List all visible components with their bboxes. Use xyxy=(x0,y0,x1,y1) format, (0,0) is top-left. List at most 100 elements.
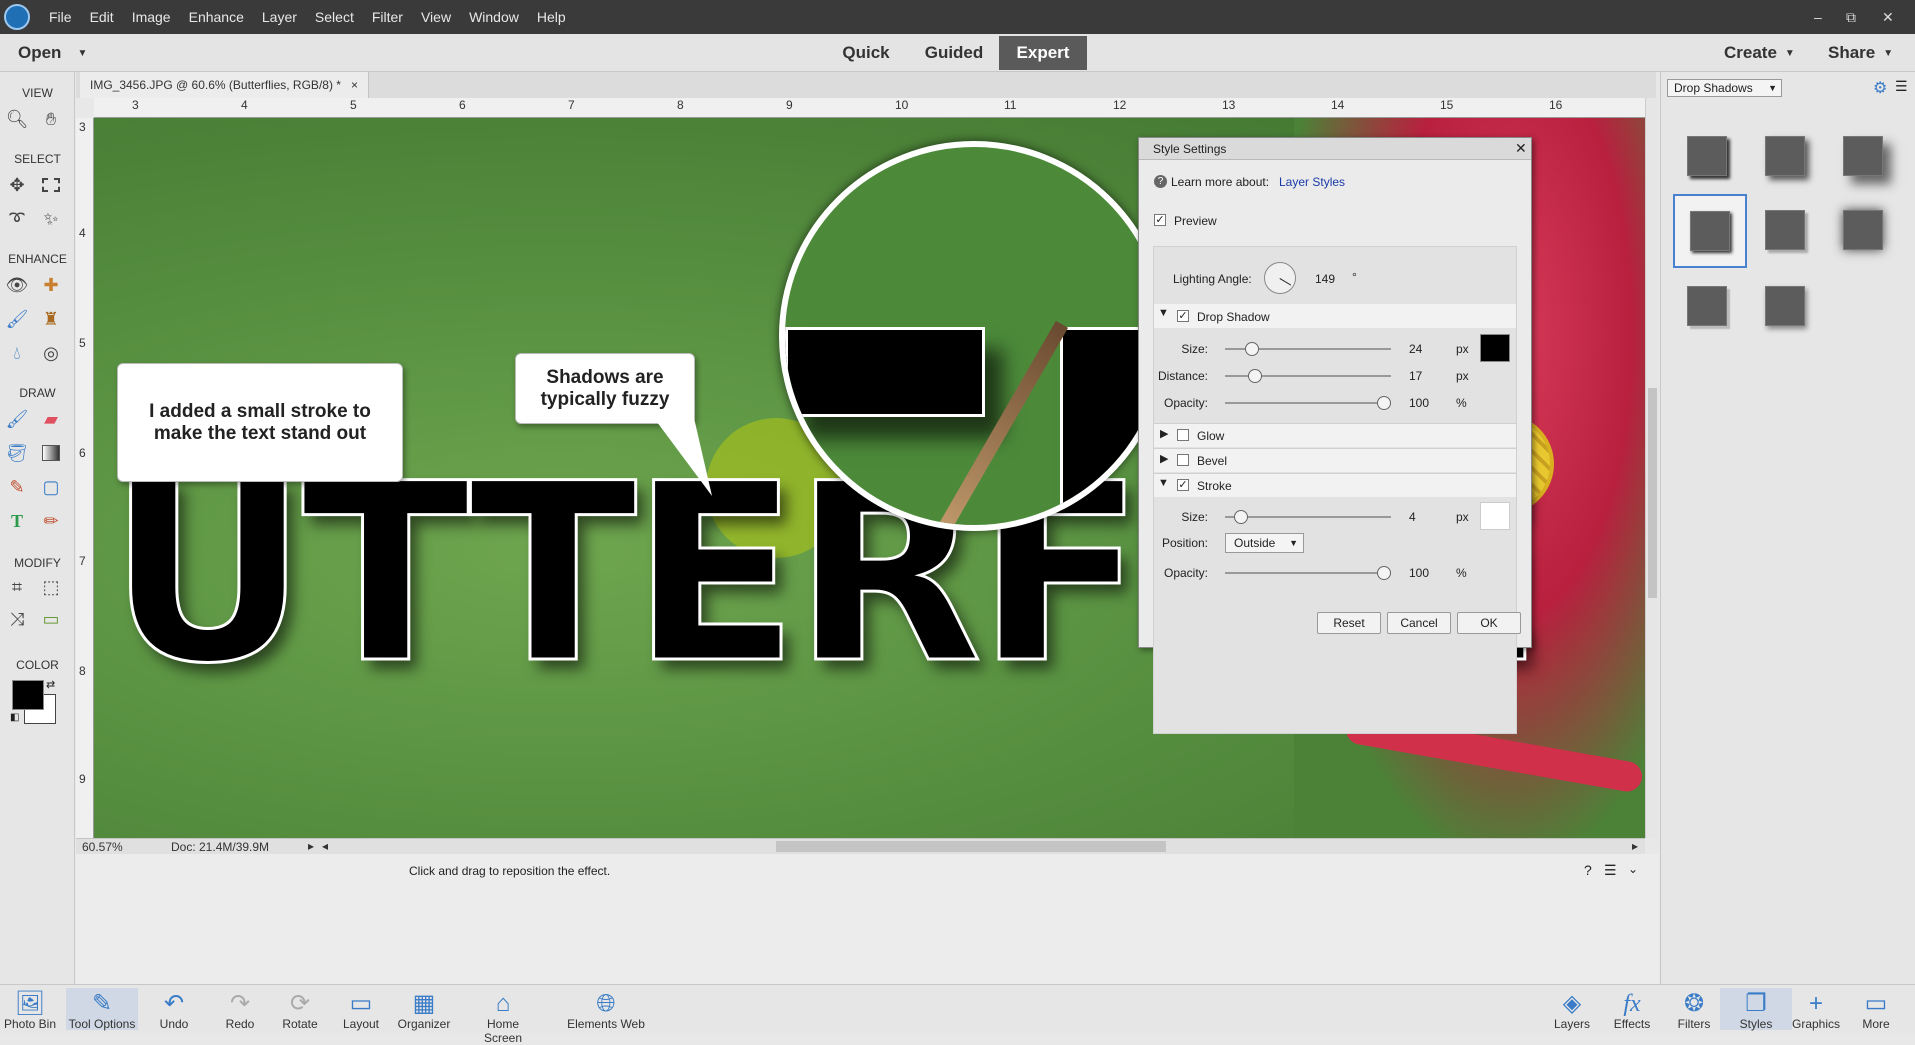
mode-expert[interactable]: Expert xyxy=(999,36,1087,70)
scroll-left-icon[interactable]: ◂ xyxy=(322,839,328,853)
restore-icon[interactable]: ⧉ xyxy=(1846,0,1856,34)
organizer-button[interactable]: ▦ Organizer xyxy=(388,991,460,1032)
close-window-icon[interactable]: ✕ xyxy=(1882,0,1894,34)
gear-icon[interactable]: ⚙ xyxy=(1873,78,1887,98)
stroke-opacity-slider[interactable] xyxy=(1225,566,1391,580)
move-tool-icon[interactable]: ✥ xyxy=(4,172,30,198)
dialog-title-bar[interactable]: Style Settings xyxy=(1139,138,1531,160)
magic-wand-tool-icon[interactable]: ✨︎ xyxy=(38,206,64,232)
close-tab-icon[interactable]: × xyxy=(351,78,358,92)
drop-shadow-checkbox[interactable]: ✓ xyxy=(1177,310,1189,322)
shape-tool-icon[interactable]: ▢ xyxy=(38,474,64,500)
menu-enhance[interactable]: Enhance xyxy=(180,9,253,25)
shadow-size-slider[interactable] xyxy=(1225,342,1391,356)
chevron-down-icon[interactable]: ⌄ xyxy=(1628,862,1638,876)
red-eye-tool-icon[interactable]: 👁︎ xyxy=(4,272,30,298)
content-aware-move-tool-icon[interactable]: ⤨ xyxy=(4,606,30,632)
undo-button[interactable]: ↶ Undo xyxy=(138,991,210,1032)
close-icon[interactable]: ✕ xyxy=(1515,140,1527,157)
minimize-icon[interactable]: – xyxy=(1814,0,1822,34)
mode-guided[interactable]: Guided xyxy=(916,36,992,70)
marquee-tool-icon[interactable] xyxy=(38,172,64,198)
paint-bucket-tool-icon[interactable]: 🪣︎ xyxy=(4,440,30,466)
pencil-tool-icon[interactable]: ✏︎ xyxy=(38,508,64,534)
spot-healing-tool-icon[interactable]: ✚ xyxy=(38,272,64,298)
type-tool-icon[interactable]: T xyxy=(4,508,30,534)
gradient-tool-icon[interactable] xyxy=(38,440,64,466)
tool-options-button[interactable]: ✎ Tool Options xyxy=(66,988,138,1031)
stroke-size-slider[interactable] xyxy=(1225,510,1391,524)
document-tab[interactable]: IMG_3456.JPG @ 60.6% (Butterflies, RGB/8… xyxy=(80,72,369,98)
menu-edit[interactable]: Edit xyxy=(81,9,123,25)
straighten-tool-icon[interactable]: ▭ xyxy=(38,606,64,632)
sponge-tool-icon[interactable]: ◎ xyxy=(38,340,64,366)
zoom-level[interactable]: 60.57% xyxy=(82,840,123,854)
drop-shadow-style-7[interactable] xyxy=(1679,278,1735,334)
foreground-color-swatch[interactable] xyxy=(12,680,44,710)
blur-tool-icon[interactable]: 💧︎ xyxy=(4,340,30,366)
vertical-scrollbar[interactable] xyxy=(1645,98,1659,838)
brush-tool-icon[interactable]: 🖌︎ xyxy=(4,406,30,432)
home-screen-button[interactable]: ⌂ Home Screen xyxy=(468,991,538,1045)
drop-shadow-style-6[interactable] xyxy=(1835,202,1891,258)
menu-help[interactable]: Help xyxy=(528,9,575,25)
share-button[interactable]: Share ▼ xyxy=(1828,34,1893,72)
lighting-angle-dial[interactable] xyxy=(1264,262,1296,294)
stroke-opacity-value[interactable]: 100 xyxy=(1409,566,1429,580)
menu-window[interactable]: Window xyxy=(460,9,528,25)
photo-bin-button[interactable]: 🖼︎ Photo Bin xyxy=(0,991,66,1032)
cancel-button[interactable]: Cancel xyxy=(1387,612,1451,634)
drop-shadow-style-3[interactable] xyxy=(1835,128,1891,184)
eyedropper-tool-icon[interactable]: ✎ xyxy=(4,474,30,500)
swap-colors-icon[interactable]: ⇄ xyxy=(46,678,55,691)
mode-quick[interactable]: Quick xyxy=(830,36,902,70)
drop-shadow-style-1[interactable] xyxy=(1679,128,1735,184)
horizontal-scroll-thumb[interactable] xyxy=(776,841,1166,852)
collapse-triangle-icon[interactable]: ▼ xyxy=(1158,307,1169,319)
drop-shadow-style-2[interactable] xyxy=(1757,128,1813,184)
shadow-size-value[interactable]: 24 xyxy=(1409,342,1422,356)
eraser-tool-icon[interactable]: ▰ xyxy=(38,406,64,432)
more-button[interactable]: ▭ More xyxy=(1840,991,1912,1032)
lighting-angle-value[interactable]: 149 xyxy=(1315,272,1335,286)
reset-button[interactable]: Reset xyxy=(1317,612,1381,634)
create-button[interactable]: Create ▼ xyxy=(1724,34,1795,72)
lasso-tool-icon[interactable]: ➰︎ xyxy=(4,206,30,232)
menu-view[interactable]: View xyxy=(412,9,460,25)
stroke-color-swatch[interactable] xyxy=(1480,502,1510,530)
clone-stamp-tool-icon[interactable]: ♜ xyxy=(38,306,64,332)
collapse-triangle-icon[interactable]: ▼ xyxy=(1158,477,1169,489)
smart-brush-tool-icon[interactable]: 🖌︎ xyxy=(4,306,30,332)
default-colors-icon[interactable]: ◧ xyxy=(10,712,19,723)
glow-checkbox[interactable] xyxy=(1177,429,1189,441)
hand-tool-icon[interactable]: ✋︎ xyxy=(38,106,64,132)
menu-layer[interactable]: Layer xyxy=(253,9,306,25)
shadow-opacity-value[interactable]: 100 xyxy=(1409,396,1429,410)
shadow-opacity-slider[interactable] xyxy=(1225,396,1391,410)
help-icon[interactable]: ? xyxy=(1584,862,1592,878)
zoom-tool-icon[interactable]: 🔍︎ xyxy=(4,106,30,132)
menu-filter[interactable]: Filter xyxy=(363,9,412,25)
stroke-size-value[interactable]: 4 xyxy=(1409,510,1416,524)
ok-button[interactable]: OK xyxy=(1457,612,1521,634)
shadow-distance-slider[interactable] xyxy=(1225,369,1391,383)
list-menu-icon[interactable]: ☰ xyxy=(1604,862,1617,879)
crop-tool-icon[interactable]: ⌗ xyxy=(4,574,30,600)
layout-button[interactable]: ▭ Layout xyxy=(325,991,397,1032)
drop-shadow-style-5[interactable] xyxy=(1757,202,1813,258)
shadow-color-swatch[interactable] xyxy=(1480,334,1510,362)
scroll-right-icon[interactable]: ▸ xyxy=(1632,839,1638,853)
elements-web-button[interactable]: 🌐︎ Elements Web xyxy=(560,991,652,1032)
menu-file[interactable]: File xyxy=(40,9,81,25)
open-button[interactable]: Open ▼ xyxy=(18,34,87,72)
recompose-tool-icon[interactable]: ⬚ xyxy=(38,574,64,600)
menu-select[interactable]: Select xyxy=(306,9,363,25)
expand-triangle-icon[interactable]: ▶ xyxy=(1160,427,1168,440)
panel-menu-icon[interactable]: ☰ xyxy=(1895,78,1908,95)
preview-checkbox[interactable]: ✓ xyxy=(1154,214,1166,226)
expand-triangle-icon[interactable]: ▶ xyxy=(1160,452,1168,465)
bevel-checkbox[interactable] xyxy=(1177,454,1189,466)
vertical-scroll-thumb[interactable] xyxy=(1648,388,1657,598)
menu-image[interactable]: Image xyxy=(123,9,180,25)
drop-shadow-style-8[interactable] xyxy=(1757,278,1813,334)
